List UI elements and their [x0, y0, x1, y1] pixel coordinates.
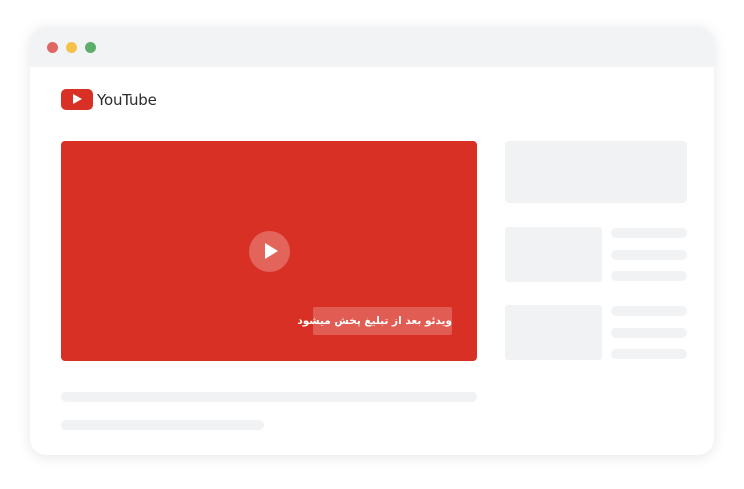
- suggested-video-line: [611, 250, 687, 260]
- suggested-video-line: [611, 328, 687, 338]
- suggested-video-thumbnail: [505, 305, 602, 360]
- video-meta-placeholder: [61, 420, 264, 430]
- suggested-video-line: [611, 228, 687, 238]
- video-title-placeholder: [61, 392, 477, 402]
- ad-notice-label: ویدئو بعد از تبلیغ پخش میشود: [297, 307, 452, 335]
- close-window-dot[interactable]: [47, 42, 58, 53]
- suggested-video-thumbnail: [505, 227, 602, 282]
- suggested-video-line: [611, 271, 687, 281]
- browser-window: YouTube ویدئو بعد از تبلیغ پخش میشود: [30, 27, 714, 455]
- logo-text: YouTube: [97, 90, 157, 109]
- youtube-play-icon: [61, 89, 93, 110]
- play-button[interactable]: [249, 231, 290, 272]
- video-player[interactable]: ویدئو بعد از تبلیغ پخش میشود: [61, 141, 477, 361]
- suggested-video-line: [611, 349, 687, 359]
- maximize-window-dot[interactable]: [85, 42, 96, 53]
- play-icon: [265, 243, 278, 259]
- title-bar: [30, 27, 714, 67]
- suggested-video-line: [611, 306, 687, 316]
- youtube-logo[interactable]: YouTube: [61, 89, 157, 110]
- sidebar-ad-placeholder: [505, 141, 687, 203]
- minimize-window-dot[interactable]: [66, 42, 77, 53]
